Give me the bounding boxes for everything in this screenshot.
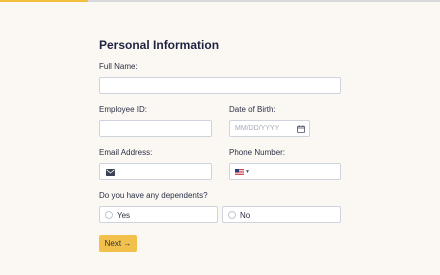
progress-bar-fill xyxy=(0,0,88,2)
phone-input[interactable]: ▼ xyxy=(229,163,341,180)
email-label: Email Address: xyxy=(99,148,153,157)
employee-id-input[interactable] xyxy=(99,120,212,137)
mail-icon xyxy=(106,169,115,176)
next-button[interactable]: Next → xyxy=(99,235,137,252)
full-name-label: Full Name: xyxy=(99,62,138,71)
radio-yes[interactable] xyxy=(105,211,113,219)
phone-label: Phone Number: xyxy=(229,148,286,157)
dependents-question: Do you have any dependents? xyxy=(99,191,208,200)
date-of-birth-placeholder: MM/DD/YYYY xyxy=(235,125,280,132)
progress-track xyxy=(0,0,440,2)
dependents-option-no[interactable]: No xyxy=(222,206,341,223)
page-title: Personal Information xyxy=(99,38,220,52)
radio-no[interactable] xyxy=(228,211,236,219)
employee-id-label: Employee ID: xyxy=(99,105,148,114)
radio-no-label: No xyxy=(240,211,251,220)
calendar-icon[interactable] xyxy=(297,125,305,133)
full-name-input[interactable] xyxy=(99,77,341,94)
email-input[interactable] xyxy=(99,163,212,180)
us-flag-icon[interactable] xyxy=(235,169,244,175)
dependents-option-yes[interactable]: Yes xyxy=(99,206,218,223)
date-of-birth-input[interactable]: MM/DD/YYYY xyxy=(229,120,310,137)
radio-yes-label: Yes xyxy=(117,211,131,220)
chevron-down-icon[interactable]: ▼ xyxy=(245,169,250,175)
date-of-birth-label: Date of Birth: xyxy=(229,105,276,114)
